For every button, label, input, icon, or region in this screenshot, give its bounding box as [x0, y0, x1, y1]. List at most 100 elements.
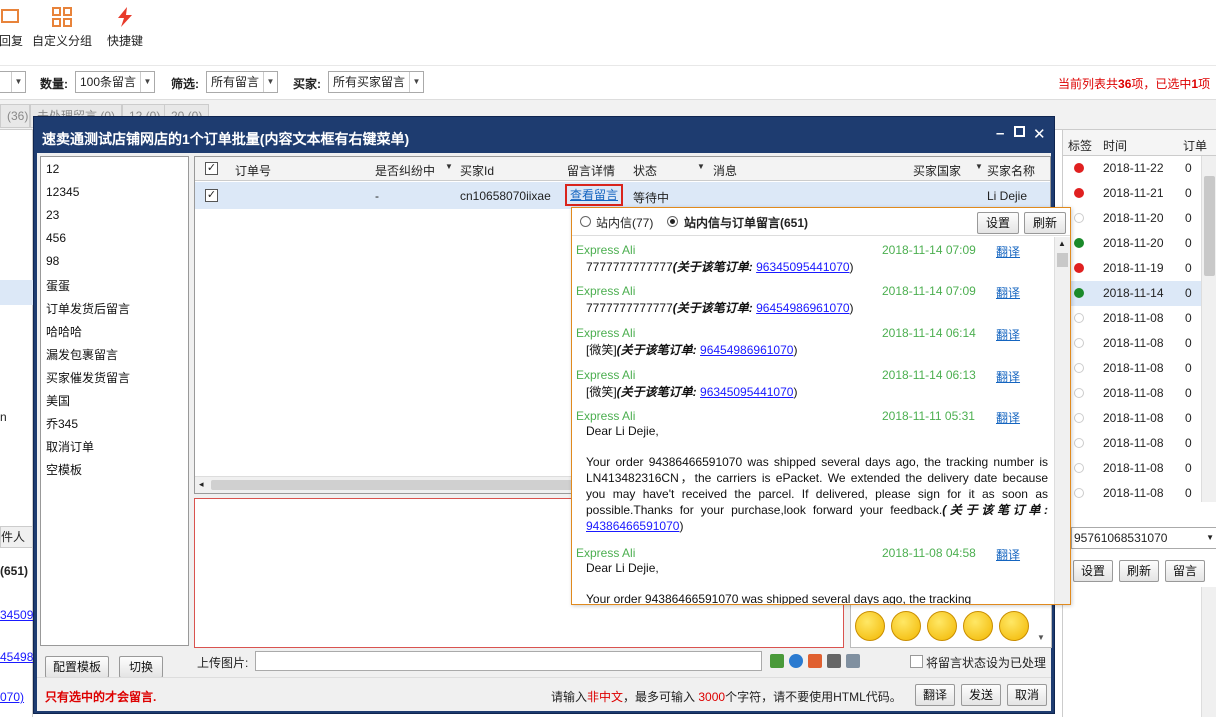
- order-link[interactable]: 96454986961070: [756, 301, 849, 315]
- sort-down-icon[interactable]: ▼: [697, 162, 705, 171]
- count-select[interactable]: 100条留言 ▼: [75, 71, 155, 93]
- left-cut-select[interactable]: ▼: [0, 71, 26, 93]
- scroll-thumb[interactable]: [1057, 253, 1068, 267]
- file-icon[interactable]: [808, 654, 822, 668]
- bg-settings-button[interactable]: 设置: [1073, 560, 1113, 582]
- order-link[interactable]: 94386466591070: [586, 519, 679, 533]
- template-item[interactable]: 买家催发货留言: [46, 369, 130, 386]
- template-item[interactable]: 12: [46, 162, 59, 176]
- bg-refresh-button[interactable]: 刷新: [1119, 560, 1159, 582]
- table-row[interactable]: 2018-11-08 0: [1063, 481, 1216, 506]
- table-scrollbar[interactable]: [1201, 156, 1216, 502]
- translate-link[interactable]: 翻译: [996, 284, 1020, 301]
- table-row[interactable]: ✓ - cn10658070iixae 查看留言 等待中 Li Dejie: [195, 182, 1050, 209]
- switch-button[interactable]: 切换: [119, 656, 163, 678]
- chevron-down-icon[interactable]: ▼: [1037, 633, 1045, 642]
- selected-row: [0, 280, 33, 305]
- order-field-value: 95761068531070: [1074, 531, 1168, 545]
- popup-scrollbar[interactable]: ▲: [1054, 237, 1070, 604]
- table-row[interactable]: 2018-11-22 0: [1063, 156, 1216, 181]
- lower-scrollbar[interactable]: [1201, 587, 1216, 717]
- view-message-link[interactable]: 查看留言: [565, 184, 624, 206]
- browser-icon[interactable]: [789, 654, 803, 668]
- emoticon-icon[interactable]: [927, 611, 957, 641]
- table-row[interactable]: 2018-11-08 0: [1063, 406, 1216, 431]
- template-item[interactable]: 12345: [46, 185, 79, 199]
- select-all-checkbox[interactable]: ✓: [205, 162, 218, 175]
- row-value: 0: [1185, 236, 1192, 250]
- image-icon[interactable]: [770, 654, 784, 668]
- shortcut-button[interactable]: 快捷键: [106, 6, 144, 49]
- table-row[interactable]: 2018-11-08 0: [1063, 431, 1216, 456]
- template-list: 12 12345 23 456 98 蛋蛋订单发货后留言 哈哈哈漏发包裹留言 买家催发货留言美…: [40, 156, 189, 646]
- table-row[interactable]: 2018-11-08 0: [1063, 456, 1216, 481]
- close-icon[interactable]: ✕: [1033, 125, 1046, 143]
- upload-input[interactable]: [255, 651, 762, 671]
- table-row[interactable]: 2018-11-20 0: [1063, 206, 1216, 231]
- filter-select[interactable]: 所有留言 ▼: [206, 71, 278, 93]
- order-field[interactable]: 95761068531070 ▼: [1071, 527, 1216, 549]
- row-checkbox[interactable]: ✓: [205, 189, 218, 202]
- config-template-button[interactable]: 配置模板: [45, 656, 109, 678]
- user-icon[interactable]: [827, 654, 841, 668]
- minimize-icon[interactable]: –: [996, 125, 1004, 142]
- emoticon-icon[interactable]: [963, 611, 993, 641]
- template-item[interactable]: 订单发货后留言: [46, 300, 130, 317]
- tab-all[interactable]: (36): [0, 104, 30, 128]
- row-value: 0: [1185, 336, 1192, 350]
- recipient-tab[interactable]: 件人: [0, 526, 33, 548]
- popup-refresh-button[interactable]: 刷新: [1024, 212, 1066, 234]
- status-dot-icon: [1074, 463, 1084, 473]
- sort-down-icon[interactable]: ▼: [445, 162, 453, 171]
- send-button[interactable]: 发送: [961, 684, 1001, 706]
- translate-link[interactable]: 翻译: [996, 326, 1020, 343]
- table-row[interactable]: 2018-11-19 0: [1063, 256, 1216, 281]
- translate-link[interactable]: 翻译: [996, 546, 1020, 563]
- table-row[interactable]: 2018-11-21 0: [1063, 181, 1216, 206]
- popup-settings-button[interactable]: 设置: [977, 212, 1019, 234]
- custom-group-button[interactable]: 自定义分组: [31, 6, 93, 49]
- maximize-icon[interactable]: [1014, 126, 1025, 137]
- left-strip-link[interactable]: 070): [0, 690, 24, 704]
- table-row[interactable]: 2018-11-08 0: [1063, 331, 1216, 356]
- translate-link[interactable]: 翻译: [996, 243, 1020, 260]
- table-row[interactable]: 2018-11-14 0: [1063, 281, 1216, 306]
- order-link[interactable]: 96345095441070: [756, 260, 849, 274]
- emoticon-icon[interactable]: [999, 611, 1029, 641]
- sort-down-icon[interactable]: ▼: [975, 162, 983, 171]
- emoticon-icon[interactable]: [855, 611, 885, 641]
- buyer-select[interactable]: 所有买家留言 ▼: [328, 71, 424, 93]
- template-item[interactable]: 98: [46, 254, 59, 268]
- template-item[interactable]: 23: [46, 208, 59, 222]
- mark-processed-checkbox[interactable]: [910, 655, 923, 668]
- scroll-left-icon[interactable]: ◂: [199, 479, 204, 490]
- template-item[interactable]: 美国: [46, 392, 70, 409]
- scroll-thumb[interactable]: [211, 480, 611, 490]
- translate-button[interactable]: 翻译: [915, 684, 955, 706]
- radio-inbox[interactable]: [580, 216, 591, 227]
- template-item[interactable]: 漏发包裹留言: [46, 346, 118, 363]
- template-item[interactable]: 哈哈哈: [46, 323, 82, 340]
- left-strip-link[interactable]: 45498: [0, 650, 33, 664]
- translate-link[interactable]: 翻译: [996, 368, 1020, 385]
- emoticon-icon[interactable]: [891, 611, 921, 641]
- table-row[interactable]: 2018-11-08 0: [1063, 356, 1216, 381]
- template-item[interactable]: 蛋蛋: [46, 277, 70, 294]
- radio-inbox-orders[interactable]: [667, 216, 678, 227]
- template-item[interactable]: 乔345: [46, 415, 78, 432]
- template-item[interactable]: 空模板: [46, 461, 82, 478]
- table-row[interactable]: 2018-11-08 0: [1063, 306, 1216, 331]
- order-link[interactable]: 96345095441070: [700, 385, 793, 399]
- translate-link[interactable]: 翻译: [996, 409, 1020, 426]
- delete-image-icon[interactable]: [846, 654, 860, 668]
- scroll-up-icon[interactable]: ▲: [1058, 239, 1066, 248]
- reply-button[interactable]: 回复: [0, 6, 26, 49]
- template-item[interactable]: 456: [46, 231, 66, 245]
- table-row[interactable]: 2018-11-08 0: [1063, 381, 1216, 406]
- left-strip-link[interactable]: 34509: [0, 608, 33, 622]
- cancel-button[interactable]: 取消: [1007, 684, 1047, 706]
- template-item[interactable]: 取消订单: [46, 438, 94, 455]
- order-link[interactable]: 96454986961070: [700, 343, 793, 357]
- table-row[interactable]: 2018-11-20 0: [1063, 231, 1216, 256]
- bg-message-button[interactable]: 留言: [1165, 560, 1205, 582]
